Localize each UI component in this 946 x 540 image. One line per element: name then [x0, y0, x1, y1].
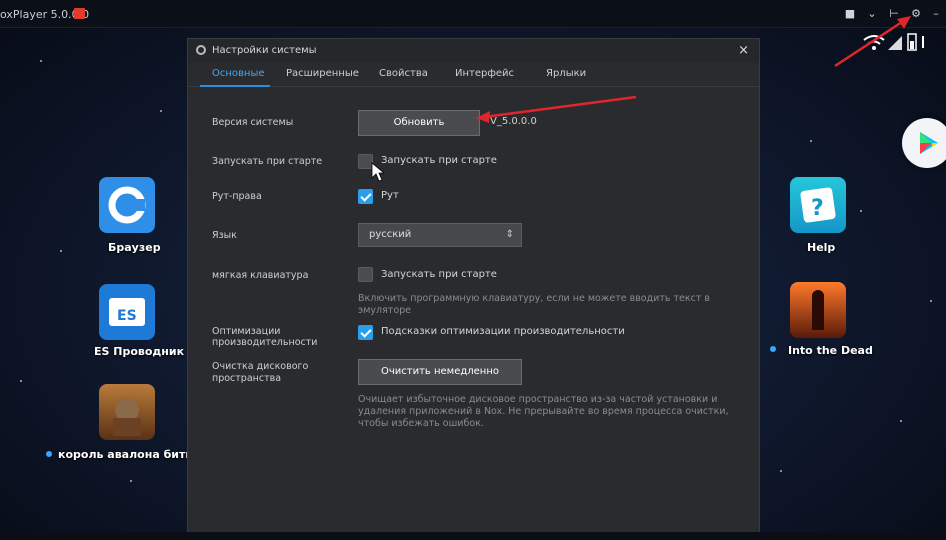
bottom-toolbar-strip [0, 532, 946, 540]
dialog-header: Настройки системы × [188, 39, 759, 63]
updown-icon: ⇕ [505, 229, 514, 240]
into-the-dead-app-label[interactable]: Into the Dead [788, 344, 873, 357]
soft-keyboard-hint-line-2: эмуляторе [358, 305, 412, 316]
settings-gear-icon [196, 45, 206, 55]
star [780, 470, 782, 472]
minimize-icon[interactable]: – [928, 6, 944, 22]
update-badge-icon[interactable] [74, 8, 85, 19]
active-tab-indicator [200, 85, 270, 87]
root-checkbox[interactable] [358, 189, 373, 204]
language-select[interactable]: русский ⇕ [358, 223, 522, 247]
soft-keyboard-checkbox-label[interactable]: Запускать при старте [381, 269, 497, 280]
play-store-button[interactable] [902, 118, 946, 168]
clean-now-button[interactable]: Очистить немедленно [358, 359, 522, 385]
es-explorer-app-label[interactable]: ES Проводник [94, 345, 184, 358]
disk-cleanup-hint-line-2: удаления приложений в Nox. Не прерывайте… [358, 406, 729, 417]
pin-icon[interactable]: ⊢ [886, 6, 902, 22]
new-app-dot [46, 451, 52, 457]
disk-cleanup-hint-line-1: Очищает избыточное дисковое пространство… [358, 394, 718, 405]
help-app-icon[interactable]: ? [790, 177, 846, 233]
soft-keyboard-checkbox[interactable] [358, 267, 373, 282]
language-label: Язык [212, 230, 237, 241]
star [810, 140, 812, 142]
wifi-icon [863, 33, 924, 51]
shirt-icon[interactable]: ■ [842, 6, 858, 22]
star [20, 380, 22, 382]
signal-icon [888, 36, 902, 50]
star [130, 480, 132, 482]
svg-text:?: ? [811, 196, 824, 221]
optimization-checkbox[interactable] [358, 325, 373, 340]
disk-cleanup-label-line-2: пространства [212, 373, 282, 384]
disk-cleanup-hint-line-3: чтобы избежать ошибок. [358, 418, 484, 429]
settings-tabs: Основные Расширенные Свойства Интерфейс … [188, 63, 759, 87]
star [930, 300, 932, 302]
system-settings-dialog: Настройки системы × Основные Расширенные… [187, 38, 760, 540]
browser-app-label[interactable]: Браузер [108, 241, 161, 254]
optimization-label-line-1: Оптимизации [212, 326, 281, 337]
soft-keyboard-label: мягкая клавиатура [212, 270, 309, 281]
dialog-title: Настройки системы [212, 45, 317, 56]
es-explorer-app-icon[interactable]: ES [99, 284, 155, 340]
tab-properties[interactable]: Свойства [379, 68, 428, 79]
browser-app-icon[interactable] [99, 177, 155, 233]
update-button[interactable]: Обновить [358, 110, 480, 136]
king-avalon-app-icon[interactable] [99, 384, 155, 440]
tab-advanced[interactable]: Расширенные [286, 68, 359, 79]
autostart-checkbox[interactable] [358, 154, 373, 169]
android-status-bar [862, 32, 932, 54]
help-app-label[interactable]: Help [807, 241, 835, 254]
play-store-icon [920, 132, 938, 154]
system-version-label: Версия системы [212, 117, 294, 128]
close-icon[interactable]: × [738, 43, 749, 58]
star [860, 210, 862, 212]
root-label: Рут-права [212, 191, 262, 202]
tab-basic[interactable]: Основные [212, 68, 265, 79]
autostart-checkbox-label[interactable]: Запускать при старте [381, 155, 497, 166]
optimization-checkbox-label[interactable]: Подсказки оптимизации производительности [381, 326, 625, 337]
disk-cleanup-label-line-1: Очистка дискового [212, 361, 309, 372]
autostart-label: Запускать при старте [212, 156, 323, 167]
chevron-down-icon[interactable]: ⌄ [864, 6, 880, 22]
tab-shortcuts[interactable]: Ярлыки [546, 68, 586, 79]
version-value: V_5.0.0.0 [490, 116, 537, 127]
svg-text:ES: ES [117, 308, 137, 324]
star [160, 110, 162, 112]
emulator-titlebar: oxPlayer 5.0.0.0 ■ ⌄ ⊢ ⚙ – [0, 0, 946, 28]
new-app-dot [770, 346, 776, 352]
soft-keyboard-hint-line-1: Включить программную клавиатуру, если не… [358, 293, 711, 304]
tab-interface[interactable]: Интерфейс [455, 68, 514, 79]
root-checkbox-label[interactable]: Рут [381, 190, 399, 201]
star [900, 420, 902, 422]
gear-icon[interactable]: ⚙ [908, 6, 924, 22]
into-the-dead-app-icon[interactable] [790, 282, 846, 338]
language-select-value: русский [369, 229, 412, 240]
optimization-label-line-2: производительности [212, 337, 318, 348]
star [60, 250, 62, 252]
star [40, 60, 42, 62]
